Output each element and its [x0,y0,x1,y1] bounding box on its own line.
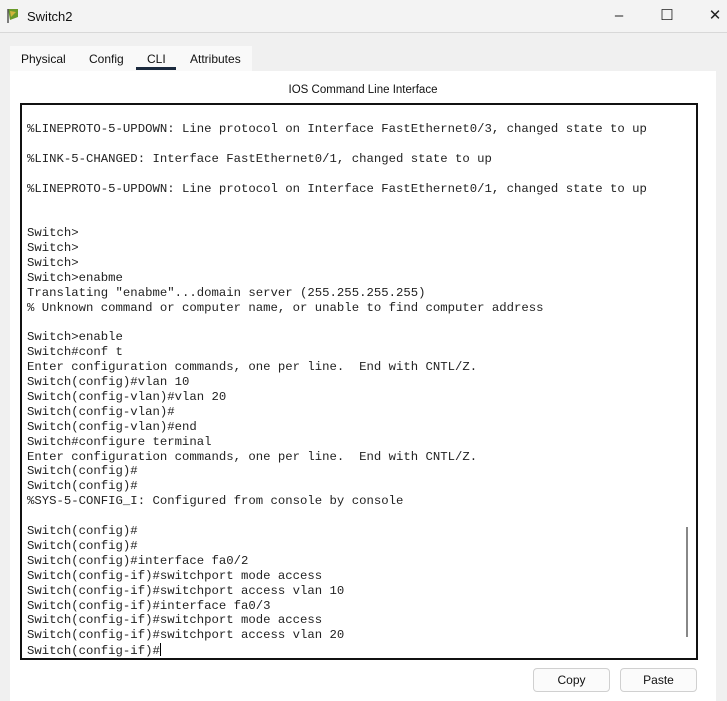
console-line: Switch(config-vlan)#vlan 20 [27,390,227,405]
minimize-button[interactable]: – [604,4,634,28]
maximize-button[interactable]: ☐ [652,4,682,28]
console-line: %LINEPROTO-5-UPDOWN: Line protocol on In… [27,181,647,196]
console-line: Switch(config-if)#switchport mode access [27,613,323,628]
console-line: Switch(config-if)#switchport access vlan… [27,628,345,643]
app-icon [7,9,18,23]
scrollbar[interactable] [686,527,688,637]
console-line: Switch(config)# [27,464,138,479]
panel-title: IOS Command Line Interface [288,84,438,96]
console-line: Switch>enable [27,330,123,345]
window-title: Switch2 [27,9,73,24]
tab-physical[interactable]: Physical [21,52,66,66]
console-line: Switch(config)# [27,524,138,539]
console-line: Translating "enabme"...domain server (25… [27,285,426,300]
console-line: Switch>enabme [27,270,123,285]
console-line: Enter configuration commands, one per li… [27,360,478,375]
console-line: Switch(config)#interface fa0/2 [27,553,249,568]
console-line: %SYS-5-CONFIG_I: Configured from console… [27,494,404,509]
text-cursor [159,643,161,657]
console-line: Switch#configure terminal [27,434,212,449]
console-line: Switch#conf t [27,345,123,360]
tab-bar: Physical Config CLI Attributes [10,46,252,71]
console-prompt-line[interactable]: Switch(config-if)# [27,643,647,658]
console-line: Enter configuration commands, one per li… [27,449,478,464]
prompt: Switch(config-if)# [27,644,160,659]
cli-console[interactable]: %LINEPROTO-5-UPDOWN: Line protocol on In… [20,103,698,660]
close-button[interactable]: ✕ [700,4,727,28]
console-line: Switch(config)# [27,538,138,553]
console-line: Switch(config-if)#interface fa0/3 [27,598,271,613]
tab-cli[interactable]: CLI [147,52,166,66]
tab-attributes[interactable]: Attributes [190,52,241,66]
console-line: Switch> [27,256,79,271]
paste-button[interactable]: Paste [620,668,697,692]
console-line: %LINEPROTO-5-UPDOWN: Line protocol on In… [27,122,647,136]
console-line: Switch(config)#vlan 10 [27,375,190,390]
console-line: Switch(config-if)#switchport mode access [27,568,323,583]
console-output: %LINEPROTO-5-UPDOWN: Line protocol on In… [27,122,647,658]
console-line: %LINK-5-CHANGED: Interface FastEthernet0… [27,151,492,166]
console-line: Switch(config-vlan)# [27,404,175,419]
tab-config[interactable]: Config [89,52,124,66]
console-line: Switch> [27,241,79,256]
console-line: Switch(config-if)#switchport access vlan… [27,583,345,598]
console-line: Switch(config)# [27,479,138,494]
title-bar: Switch2 – ☐ ✕ [0,0,727,33]
active-tab-indicator [136,67,176,70]
copy-button[interactable]: Copy [533,668,610,692]
console-line: Switch(config-vlan)#end [27,419,197,434]
console-line: % Unknown command or computer name, or u… [27,300,544,315]
console-line: Switch> [27,226,79,241]
